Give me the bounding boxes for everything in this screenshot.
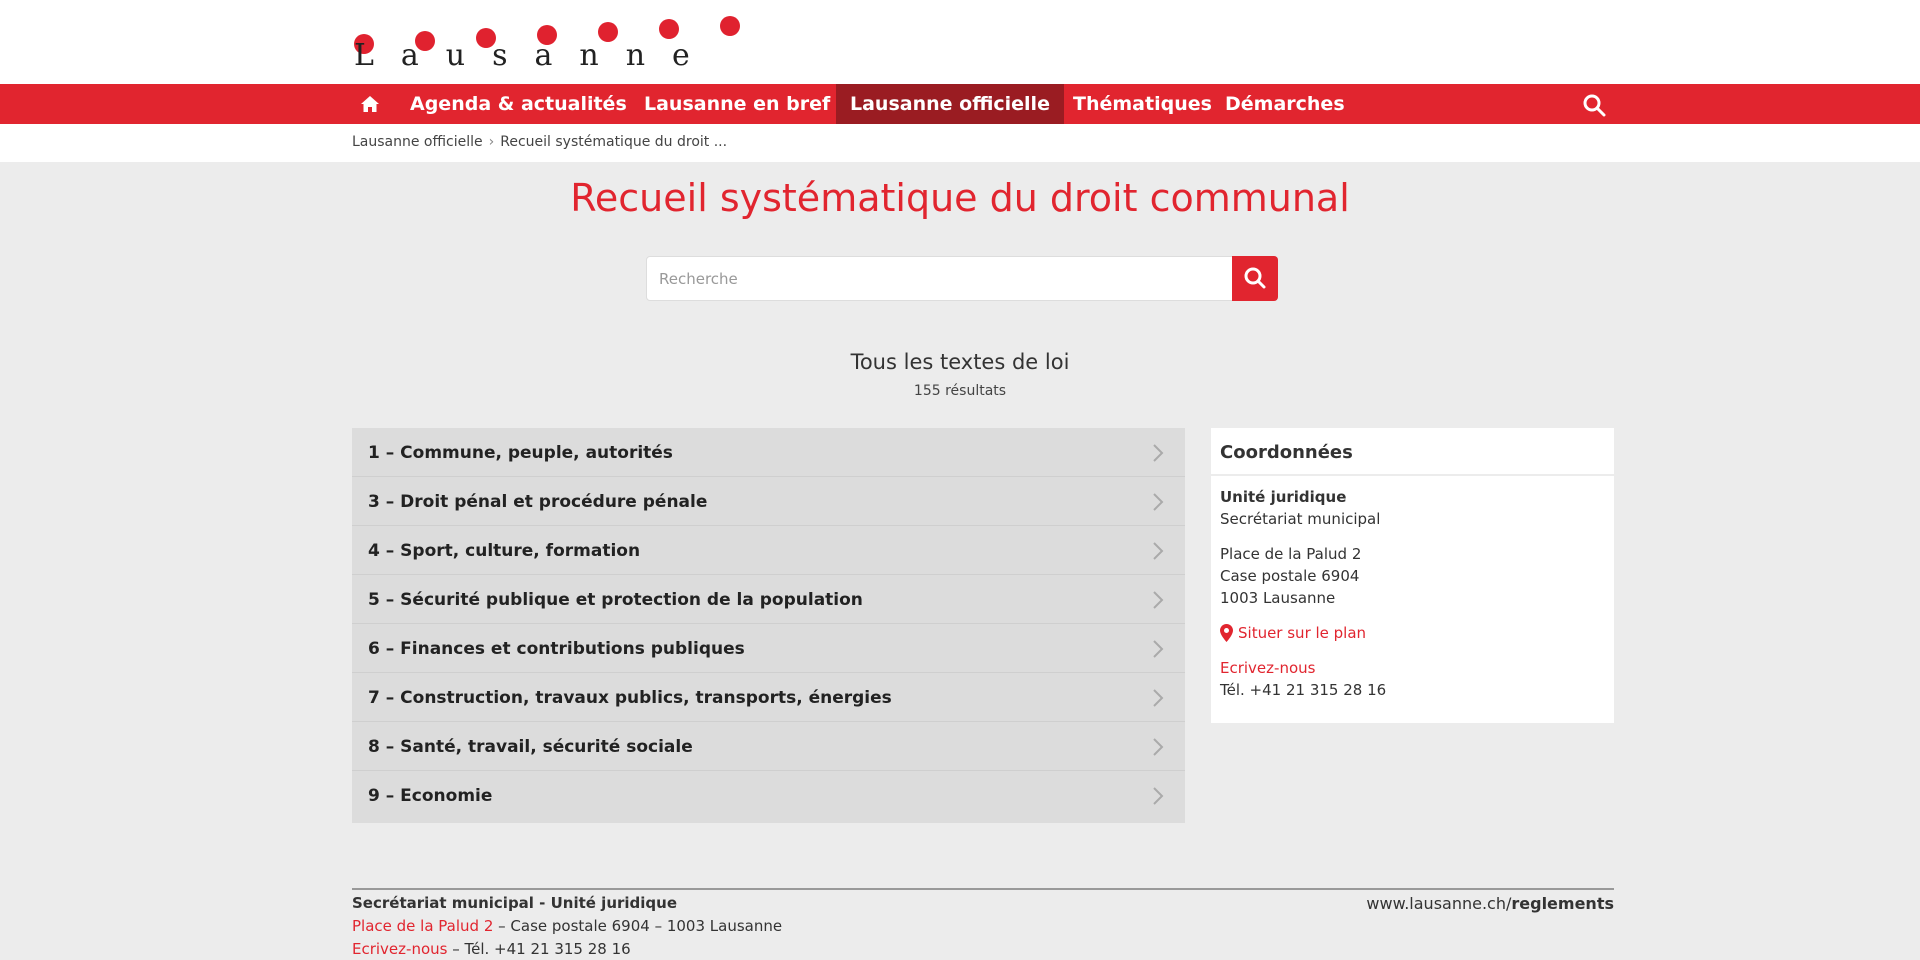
contact-address-line: 1003 Lausanne [1220, 589, 1336, 607]
chevron-right-icon [1153, 591, 1164, 609]
contact-phone: Tél. +41 21 315 28 16 [1220, 681, 1387, 699]
chevron-right-icon [1153, 493, 1164, 511]
contact-heading: Coordonnées [1211, 428, 1614, 476]
page-footer: Secrétariat municipal - Unité juridique … [352, 888, 1614, 958]
chevron-right-icon [1153, 542, 1164, 560]
category-label: 4 – Sport, culture, formation [368, 541, 641, 561]
chevron-right-icon [1153, 444, 1164, 462]
footer-url-domain: www.lausanne.ch/ [1366, 894, 1512, 913]
footer-contact: Ecrivez-nous – Tél. +41 21 315 28 16 [352, 940, 631, 958]
nav-agenda-actualites[interactable]: Agenda & actualités [396, 84, 641, 124]
results-title: Tous les textes de loi [850, 350, 1070, 374]
page-title: Recueil systématique du droit communal [570, 176, 1350, 220]
category-label: 3 – Droit pénal et procédure pénale [368, 492, 708, 512]
nav-demarches[interactable]: Démarches [1211, 84, 1359, 124]
category-item[interactable]: 1 – Commune, peuple, autorités [352, 428, 1185, 477]
nav-lausanne-en-bref[interactable]: Lausanne en bref [630, 84, 844, 124]
category-label: 6 – Finances et contributions publiques [368, 639, 745, 659]
chevron-right-icon [1153, 787, 1164, 805]
map-pin-icon [1220, 624, 1233, 642]
main-navigation: Agenda & actualités Lausanne en bref Lau… [0, 84, 1920, 124]
category-label: 1 – Commune, peuple, autorités [368, 443, 673, 463]
breadcrumb-separator: › [488, 134, 495, 150]
category-label: 7 – Construction, travaux publics, trans… [368, 688, 892, 708]
category-item[interactable]: 4 – Sport, culture, formation [352, 526, 1185, 575]
nav-lausanne-officielle[interactable]: Lausanne officielle [836, 84, 1064, 124]
chevron-right-icon [1153, 738, 1164, 756]
contact-address-line: Place de la Palud 2 [1220, 545, 1362, 563]
breadcrumb: Lausanne officielle › Recueil systématique… [352, 134, 727, 150]
footer-address: Place de la Palud 2 – Case postale 6904 … [352, 917, 782, 935]
category-label: 5 – Sécurité publique et protection de l… [368, 590, 863, 610]
chevron-right-icon [1153, 689, 1164, 707]
logo-text: Lausanne [354, 38, 717, 73]
contact-unit: Unité juridique [1220, 488, 1347, 506]
logo-dot [720, 16, 740, 36]
breadcrumb-item-lausanne-officielle[interactable]: Lausanne officielle [352, 134, 483, 150]
category-item[interactable]: 9 – Economie [352, 771, 1185, 820]
contact-heading-label: Coordonnées [1220, 442, 1353, 463]
site-header: Lausanne [0, 0, 1920, 84]
results-count: 155 résultats [913, 383, 1007, 399]
category-item[interactable]: 5 – Sécurité publique et protection de l… [352, 575, 1185, 624]
home-icon[interactable] [360, 94, 380, 114]
contact-panel: Coordonnées Unité juridique Secrétariat … [1211, 428, 1614, 723]
search-input[interactable] [659, 267, 1219, 291]
footer-url-path: reglements [1511, 894, 1614, 913]
contact-department: Secrétariat municipal [1220, 510, 1381, 528]
footer-address-rest: – Case postale 6904 – 1003 Lausanne [493, 917, 783, 935]
lausanne-logo[interactable]: Lausanne [352, 16, 752, 73]
category-label: 8 – Santé, travail, sécurité sociale [368, 737, 693, 757]
category-label: 9 – Economie [368, 786, 493, 806]
footer-url[interactable]: www.lausanne.ch/reglements [1366, 894, 1614, 913]
nav-thematiques[interactable]: Thématiques [1059, 84, 1226, 124]
logo-dot [659, 19, 679, 39]
category-item[interactable]: 8 – Santé, travail, sécurité sociale [352, 722, 1185, 771]
chevron-right-icon [1153, 640, 1164, 658]
footer-title: Secrétariat municipal - Unité juridique [352, 894, 678, 912]
category-item[interactable]: 6 – Finances et contributions publiques [352, 624, 1185, 673]
search-box [646, 256, 1278, 301]
footer-phone: – Tél. +41 21 315 28 16 [447, 940, 631, 958]
contact-address-line: Case postale 6904 [1220, 567, 1360, 585]
footer-write-link[interactable]: Ecrivez-nous [352, 940, 447, 958]
contact-write-link[interactable]: Ecrivez-nous [1220, 659, 1315, 677]
category-item[interactable]: 3 – Droit pénal et procédure pénale [352, 477, 1185, 526]
search-icon[interactable] [1582, 93, 1606, 117]
map-link[interactable]: Situer sur le plan [1238, 624, 1366, 642]
breadcrumb-bar: Lausanne officielle › Recueil systématique… [0, 124, 1920, 162]
search-button[interactable] [1232, 256, 1278, 301]
breadcrumb-item-current: Recueil systématique du droit ... [500, 134, 728, 150]
footer-address-link[interactable]: Place de la Palud 2 [352, 917, 493, 935]
search-icon [1244, 267, 1266, 289]
category-list: 1 – Commune, peuple, autorités 3 – Droit… [352, 428, 1185, 823]
category-item[interactable]: 7 – Construction, travaux publics, trans… [352, 673, 1185, 722]
